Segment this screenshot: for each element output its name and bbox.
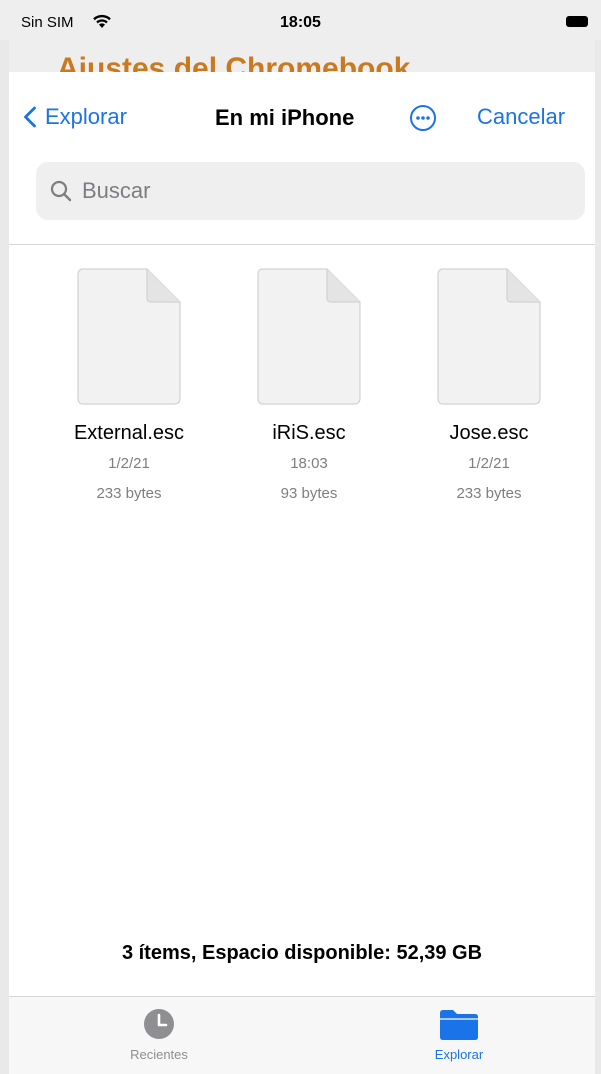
file-size: 93 bytes xyxy=(280,485,338,502)
file-name: iRiS.esc xyxy=(272,422,346,444)
file-date: 1/2/21 xyxy=(468,455,510,472)
tab-recientes[interactable]: Recientes xyxy=(89,1007,229,1062)
back-button[interactable]: Explorar xyxy=(23,102,127,132)
document-icon xyxy=(257,268,361,405)
file-size: 233 bytes xyxy=(456,485,522,502)
frame-edge xyxy=(595,0,601,1074)
clock-icon xyxy=(144,1009,174,1039)
background-page-title: Ajustes del Chromebook xyxy=(57,52,411,72)
file-item[interactable]: External.esc 1/2/21 233 bytes xyxy=(49,268,209,502)
battery-icon xyxy=(566,16,588,27)
chevron-left-icon xyxy=(24,106,36,128)
navigation-bar: Explorar En mi iPhone Cancelar xyxy=(9,72,595,162)
file-date: 1/2/21 xyxy=(108,455,150,472)
more-options-icon[interactable] xyxy=(409,104,437,132)
file-size: 233 bytes xyxy=(96,485,162,502)
search-icon xyxy=(50,180,72,202)
tab-label: Recientes xyxy=(130,1047,188,1062)
cancel-button[interactable]: Cancelar xyxy=(477,104,565,130)
tab-explorar[interactable]: Explorar xyxy=(389,1007,529,1062)
frame-edge xyxy=(0,0,9,1074)
file-item[interactable]: iRiS.esc 18:03 93 bytes xyxy=(229,268,389,502)
tab-label: Explorar xyxy=(434,1047,484,1062)
document-icon xyxy=(77,268,181,405)
search-field[interactable] xyxy=(36,162,585,220)
tab-bar: Recientes Explorar xyxy=(9,996,595,1074)
status-bar: Sin SIM 18:05 xyxy=(0,0,601,40)
page-title: En mi iPhone xyxy=(215,105,355,130)
back-button-label: Explorar xyxy=(45,104,127,129)
file-picker-sheet: Explorar En mi iPhone Cancelar External.… xyxy=(9,72,595,1074)
file-name: Jose.esc xyxy=(449,422,529,444)
document-icon xyxy=(437,268,541,405)
folder-icon xyxy=(440,1010,478,1040)
file-name: External.esc xyxy=(73,422,185,444)
divider xyxy=(9,244,595,245)
storage-info: 3 ítems, Espacio disponible: 52,39 GB xyxy=(121,942,483,964)
search-input[interactable] xyxy=(80,177,564,205)
file-date: 18:03 xyxy=(290,455,328,472)
background-page: Ajustes del Chromebook xyxy=(9,40,595,72)
status-time: 18:05 xyxy=(280,14,321,31)
file-item[interactable]: Jose.esc 1/2/21 233 bytes xyxy=(409,268,569,502)
